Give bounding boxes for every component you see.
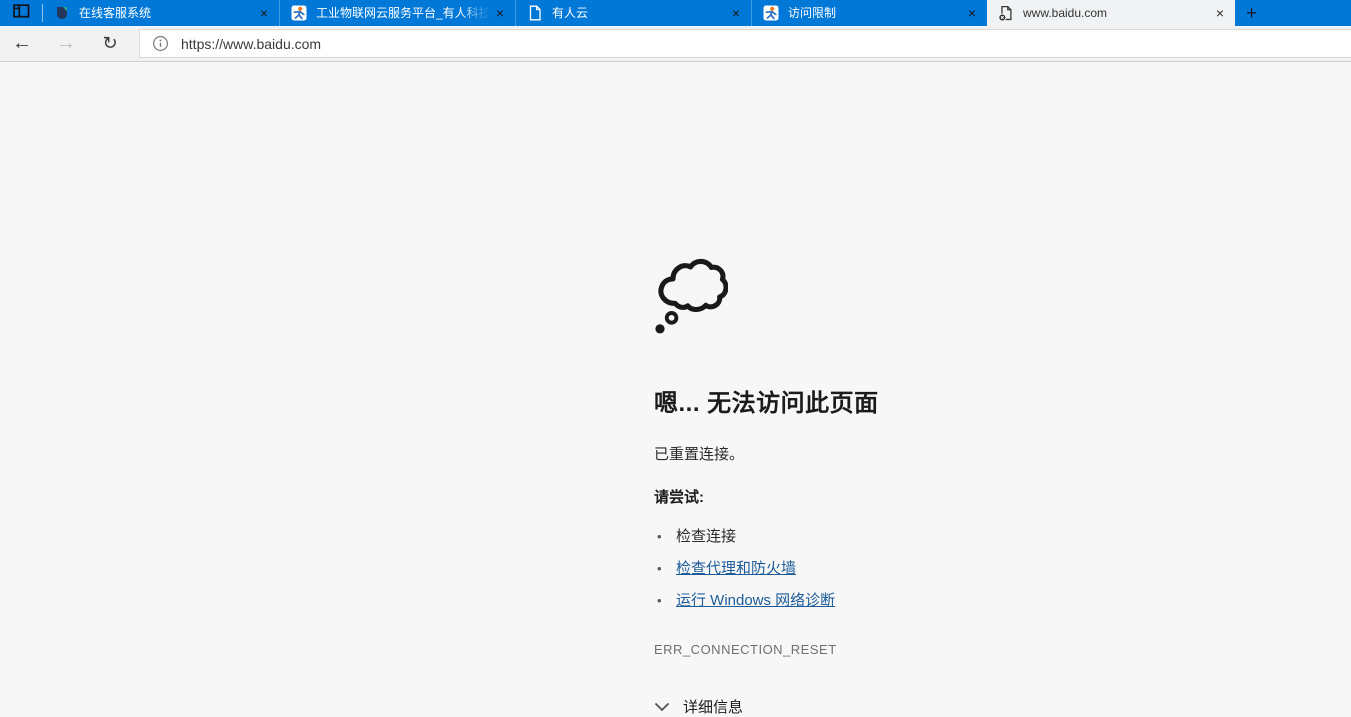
- usr-logo-icon: [54, 5, 70, 21]
- error-page-icon: [998, 5, 1014, 21]
- refresh-icon: ↻: [102, 33, 118, 53]
- error-title: 嗯... 无法访问此页面: [654, 390, 879, 417]
- address-bar[interactable]: https://www.baidu.com: [139, 29, 1351, 58]
- refresh-button[interactable]: ↻: [88, 26, 132, 62]
- usr-person-icon: [291, 5, 307, 21]
- details-toggle[interactable]: 详细信息: [654, 696, 1234, 717]
- tab-title: www.baidu.com: [1023, 6, 1108, 20]
- tab-title: 在线客服系统: [79, 6, 152, 20]
- suggestion-label: 检查连接: [676, 528, 737, 545]
- tab-close-icon[interactable]: ×: [491, 4, 509, 22]
- tab-online-service[interactable]: 在线客服系统 ×: [43, 0, 279, 26]
- tab-title: 工业物联网云服务平台_有人科技: [316, 6, 491, 20]
- error-content: 嗯... 无法访问此页面 已重置连接。 请尝试: 检查连接 检查代理和防火墙 运…: [654, 255, 1234, 717]
- proxy-firewall-link[interactable]: 检查代理和防火墙: [676, 560, 796, 577]
- error-code: ERR_CONNECTION_RESET: [654, 642, 837, 657]
- plus-icon: +: [1246, 3, 1257, 23]
- suggestion-run-diagnostics: 运行 Windows 网络诊断: [654, 585, 1234, 617]
- usr-person-icon: [763, 5, 779, 21]
- thought-cloud-icon: [654, 255, 1234, 339]
- tab-close-icon[interactable]: ×: [255, 4, 273, 22]
- blank-page-icon: [527, 5, 543, 21]
- tab-close-icon[interactable]: ×: [963, 4, 981, 22]
- error-page: 嗯... 无法访问此页面 已重置连接。 请尝试: 检查连接 检查代理和防火墙 运…: [0, 62, 1351, 716]
- tab-title: 访问限制: [788, 6, 837, 20]
- tab-preview-icon: [12, 3, 30, 23]
- network-diagnostics-link[interactable]: 运行 Windows 网络诊断: [676, 592, 835, 609]
- url-text[interactable]: https://www.baidu.com: [181, 36, 321, 52]
- navigation-bar: ← → ↻ https://www.baidu.com: [0, 26, 1351, 62]
- site-info-icon[interactable]: [152, 35, 169, 52]
- details-label: 详细信息: [683, 699, 744, 716]
- suggestion-check-connection: 检查连接: [654, 521, 1234, 553]
- suggestion-heading: 请尝试:: [654, 489, 704, 506]
- tab-bar: 在线客服系统 × 工业物联网云服务平台_有人科技 × 有人云 × 访问限制 × …: [0, 0, 1351, 26]
- chevron-down-icon: [654, 702, 670, 712]
- tab-close-icon[interactable]: ×: [1211, 4, 1229, 22]
- tab-close-icon[interactable]: ×: [727, 4, 745, 22]
- suggestion-list: 检查连接 检查代理和防火墙 运行 Windows 网络诊断: [654, 521, 1234, 617]
- tab-preview-button[interactable]: [0, 0, 42, 26]
- tab-usr-cloud[interactable]: 有人云 ×: [515, 0, 751, 26]
- error-message: 已重置连接。: [654, 446, 745, 463]
- new-tab-button[interactable]: +: [1235, 0, 1268, 26]
- back-icon: ←: [12, 32, 32, 54]
- tab-access-restricted[interactable]: 访问限制 ×: [751, 0, 987, 26]
- tab-baidu-active[interactable]: www.baidu.com ×: [987, 0, 1235, 26]
- back-button[interactable]: ←: [0, 26, 44, 62]
- forward-button[interactable]: →: [44, 26, 88, 62]
- tab-iot-platform[interactable]: 工业物联网云服务平台_有人科技 ×: [279, 0, 515, 26]
- tab-title: 有人云: [552, 6, 589, 20]
- suggestion-check-proxy: 检查代理和防火墙: [654, 553, 1234, 585]
- forward-icon: →: [56, 32, 76, 54]
- tabbar-filler: [1268, 0, 1351, 26]
